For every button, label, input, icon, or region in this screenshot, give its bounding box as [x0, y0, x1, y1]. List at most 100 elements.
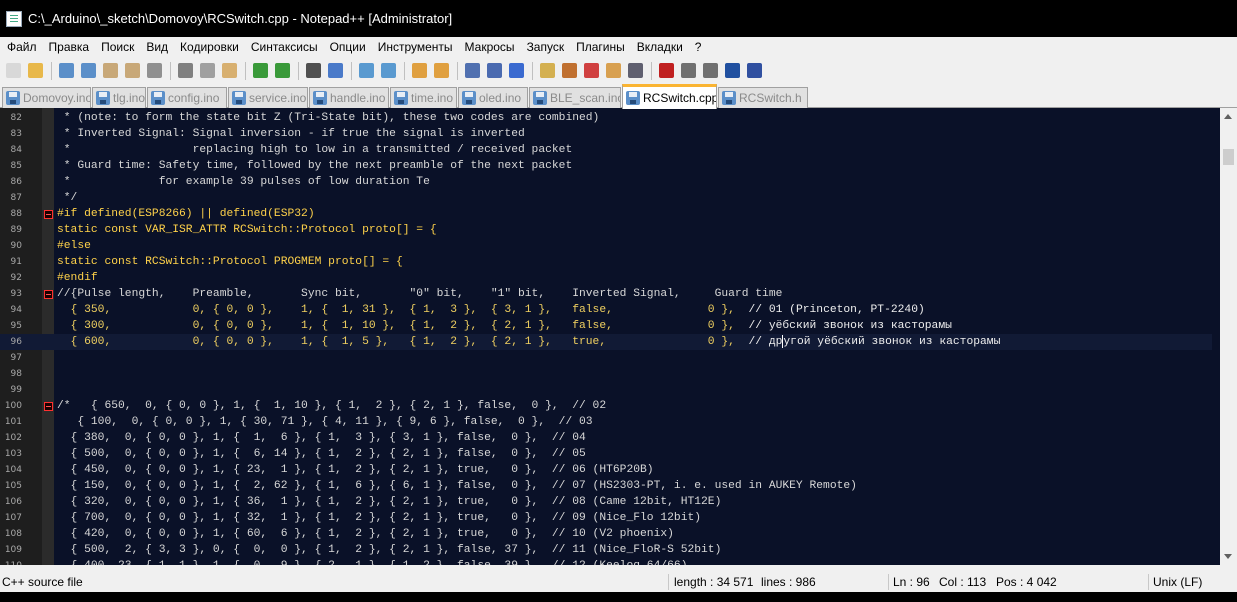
save-icon[interactable]	[56, 61, 76, 81]
redo-icon[interactable]	[272, 61, 292, 81]
fold-toggle-icon[interactable]	[44, 210, 53, 219]
code-line[interactable]: 100 /* { 650, 0, { 0, 0 }, 1, { 1, 10 }, …	[0, 398, 1212, 414]
code-line[interactable]: 109 { 500, 2, { 3, 3 }, 0, { 0, 0 }, { 1…	[0, 542, 1212, 558]
menu-item[interactable]: Поиск	[95, 37, 140, 57]
code-line[interactable]: 103 { 500, 0, { 0, 0 }, 1, { 6, 14 }, { …	[0, 446, 1212, 462]
code-line[interactable]: 89 static const VAR_ISR_ATTR RCSwitch::Pr…	[0, 222, 1212, 238]
close-all-icon[interactable]	[122, 61, 142, 81]
undo-icon[interactable]	[250, 61, 270, 81]
code-line[interactable]: 102 { 380, 0, { 0, 0 }, 1, { 1, 6 }, { 1…	[0, 430, 1212, 446]
code-line[interactable]: 95 { 300, 0, { 0, 0 }, 1, { 1, 10 }, { 1…	[0, 318, 1212, 334]
code-comment: // другой уёбский звонок из касторамы	[734, 334, 1001, 348]
scrollbar-thumb[interactable]	[1223, 149, 1234, 165]
menu-item[interactable]: Правка	[43, 37, 96, 57]
code-line[interactable]: 88 #if defined(ESP8266) || defined(ESP32)	[0, 206, 1212, 222]
code-line[interactable]: 94 { 350, 0, { 0, 0 }, 1, { 1, 31 }, { 1…	[0, 302, 1212, 318]
tab-time-ino[interactable]: time.ino	[390, 87, 457, 108]
code-line[interactable]: 104 { 450, 0, { 0, 0 }, 1, { 23, 1 }, { …	[0, 462, 1212, 478]
tab-rcswitch-cpp[interactable]: RCSwitch.cpp	[622, 84, 717, 109]
save-macro-icon[interactable]	[744, 61, 764, 81]
paste-icon[interactable]	[219, 61, 239, 81]
menu-item[interactable]: Кодировки	[174, 37, 245, 57]
code-line[interactable]: 97	[0, 350, 1212, 366]
eol-format-label[interactable]: Unix (LF)	[1153, 572, 1202, 592]
code-line[interactable]: 105 { 150, 0, { 0, 0 }, 1, { 2, 62 }, { …	[0, 478, 1212, 494]
code-line[interactable]: 86 * for example 39 pulses of low durati…	[0, 174, 1212, 190]
menu-item[interactable]: Опции	[324, 37, 372, 57]
print-icon[interactable]	[144, 61, 164, 81]
code-line[interactable]: 91 static const RCSwitch::Protocol PROGME…	[0, 254, 1212, 270]
zoom-in-icon[interactable]	[356, 61, 376, 81]
replace-icon[interactable]	[325, 61, 345, 81]
code-line[interactable]: 110 { 400, 23, { 1, 1 }, 1, { 0, 9 }, { …	[0, 558, 1212, 565]
menu-item[interactable]: Файл	[1, 37, 43, 57]
code-line[interactable]: 83 * Inverted Signal: Signal inversion -…	[0, 126, 1212, 142]
code-line[interactable]: 85 * Guard time: Safety time, followed b…	[0, 158, 1212, 174]
menu-item[interactable]: ?	[689, 37, 708, 57]
tab-rcswitch-h[interactable]: RCSwitch.h	[718, 87, 808, 108]
tab-handle-ino[interactable]: handle.ino	[309, 87, 389, 108]
line-number: 100	[4, 401, 22, 411]
sync-horizontal-icon[interactable]	[431, 61, 451, 81]
save-all-icon[interactable]	[78, 61, 98, 81]
menu-item[interactable]: Вкладки	[631, 37, 689, 57]
play-macro-icon[interactable]	[700, 61, 720, 81]
scroll-up-icon[interactable]	[1224, 114, 1232, 119]
status-divider	[668, 574, 669, 590]
tab-config-ino[interactable]: config.ino	[147, 87, 227, 108]
code-text: static const RCSwitch::Protocol PROGMEM …	[57, 254, 403, 270]
code-line[interactable]: 84 * replacing high to low in a transmit…	[0, 142, 1212, 158]
document-map-icon[interactable]	[559, 61, 579, 81]
code-line[interactable]: 98	[0, 366, 1212, 382]
tab-domovoy-ino[interactable]: Domovoy.ino	[2, 87, 91, 108]
stop-macro-icon[interactable]	[678, 61, 698, 81]
open-file-icon[interactable]	[25, 61, 45, 81]
copy-icon[interactable]	[197, 61, 217, 81]
user-language-icon[interactable]	[537, 61, 557, 81]
code-line[interactable]: 99	[0, 382, 1212, 398]
monitor-icon[interactable]	[625, 61, 645, 81]
zoom-out-icon[interactable]	[378, 61, 398, 81]
menu-item[interactable]: Макросы	[459, 37, 521, 57]
show-all-chars-icon[interactable]	[484, 61, 504, 81]
menu-item[interactable]: Вид	[140, 37, 174, 57]
record-macro-icon[interactable]	[656, 61, 676, 81]
notepad-plus-plus-icon[interactable]	[6, 10, 22, 27]
function-list-icon[interactable]	[581, 61, 601, 81]
fold-toggle-icon[interactable]	[44, 402, 53, 411]
tab-ble-scan-ino[interactable]: BLE_scan.ino	[529, 87, 621, 108]
cut-icon[interactable]	[175, 61, 195, 81]
new-file-icon[interactable]	[3, 61, 23, 81]
menu-item[interactable]: Плагины	[570, 37, 631, 57]
menu-item[interactable]: Инструменты	[372, 37, 459, 57]
play-multiple-icon[interactable]	[722, 61, 742, 81]
code-line[interactable]: 93 //{Pulse length, Preamble, Sync bit, "…	[0, 286, 1212, 302]
fold-toggle-icon[interactable]	[44, 290, 53, 299]
menu-item[interactable]: Синтаксисы	[245, 37, 324, 57]
tab-tlg-ino[interactable]: tlg.ino	[92, 87, 146, 108]
folder-workspace-icon[interactable]	[603, 61, 623, 81]
tab-service-ino[interactable]: service.ino	[228, 87, 308, 108]
menu-item[interactable]: Запуск	[521, 37, 571, 57]
toolbar-separator	[651, 61, 652, 80]
vertical-scrollbar[interactable]	[1220, 108, 1237, 565]
code-line[interactable]: 107 { 700, 0, { 0, 0 }, 1, { 32, 1 }, { …	[0, 510, 1212, 526]
indent-guide-icon[interactable]	[506, 61, 526, 81]
code-line[interactable]: 90 #else	[0, 238, 1212, 254]
find-icon[interactable]	[303, 61, 323, 81]
code-line[interactable]: 96 { 600, 0, { 0, 0 }, 1, { 1, 5 }, { 1,…	[0, 334, 1212, 350]
code-editor[interactable]: 82 * (note: to form the state bit Z (Tri…	[0, 108, 1237, 565]
column-position-label: Col : 113	[939, 575, 987, 589]
scroll-down-icon[interactable]	[1224, 554, 1232, 559]
code-line[interactable]: 87 */	[0, 190, 1212, 206]
code-line[interactable]: 106 { 320, 0, { 0, 0 }, 1, { 36, 1 }, { …	[0, 494, 1212, 510]
code-line[interactable]: 101 { 100, 0, { 0, 0 }, 1, { 30, 71 }, {…	[0, 414, 1212, 430]
code-line[interactable]: 108 { 420, 0, { 0, 0 }, 1, { 60, 6 }, { …	[0, 526, 1212, 542]
word-wrap-icon[interactable]	[462, 61, 482, 81]
tab-oled-ino[interactable]: oled.ino	[458, 87, 528, 108]
sync-vertical-icon[interactable]	[409, 61, 429, 81]
code-line[interactable]: 92 #endif	[0, 270, 1212, 286]
code-line[interactable]: 82 * (note: to form the state bit Z (Tri…	[0, 110, 1212, 126]
file-saved-icon	[462, 91, 476, 105]
close-icon[interactable]	[100, 61, 120, 81]
